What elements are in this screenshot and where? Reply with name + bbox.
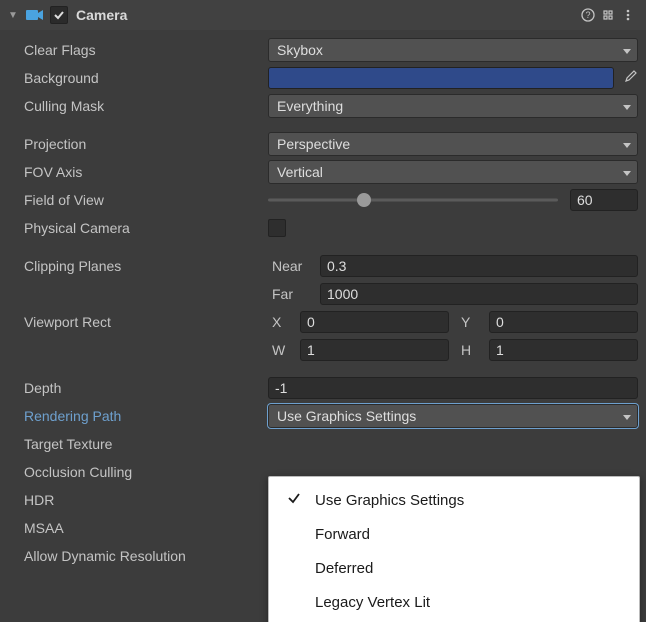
field-of-view-slider[interactable]	[268, 190, 558, 210]
help-icon[interactable]: ?	[578, 8, 598, 22]
fov-axis-label: FOV Axis	[24, 164, 268, 180]
viewport-y-value: 0	[496, 314, 504, 330]
menu-item-label: Deferred	[315, 560, 373, 577]
menu-item-forward[interactable]: Forward	[269, 517, 639, 551]
viewport-y-label: Y	[457, 314, 489, 330]
clipping-planes-label: Clipping Planes	[24, 258, 268, 274]
viewport-y-input[interactable]: 0	[489, 311, 638, 333]
depth-label: Depth	[24, 380, 268, 396]
target-texture-label: Target Texture	[24, 436, 268, 452]
chevron-down-icon	[623, 136, 631, 152]
physical-camera-label: Physical Camera	[24, 220, 268, 236]
fov-axis-dropdown[interactable]: Vertical	[268, 160, 638, 184]
far-value: 1000	[327, 286, 358, 302]
culling-mask-label: Culling Mask	[24, 98, 268, 114]
menu-item-legacy-vertex-lit[interactable]: Legacy Vertex Lit	[269, 585, 639, 619]
rendering-path-menu: Use Graphics Settings Forward Deferred L…	[268, 476, 640, 622]
camera-icon	[26, 8, 44, 22]
near-value: 0.3	[327, 258, 346, 274]
viewport-h-value: 1	[496, 342, 504, 358]
near-input[interactable]: 0.3	[320, 255, 638, 277]
background-label: Background	[24, 70, 268, 86]
eyedropper-icon[interactable]	[622, 69, 638, 88]
hdr-label: HDR	[24, 492, 268, 508]
chevron-down-icon	[623, 164, 631, 180]
rendering-path-value: Use Graphics Settings	[277, 408, 416, 424]
menu-item-label: Legacy Vertex Lit	[315, 594, 430, 611]
msaa-label: MSAA	[24, 520, 268, 536]
rendering-path-label: Rendering Path	[24, 408, 268, 424]
chevron-down-icon	[623, 42, 631, 58]
chevron-down-icon	[623, 98, 631, 114]
viewport-w-input[interactable]: 1	[300, 339, 449, 361]
viewport-rect-label: Viewport Rect	[24, 314, 268, 330]
projection-value: Perspective	[277, 136, 350, 152]
chevron-down-icon	[623, 408, 631, 424]
physical-camera-checkbox[interactable]	[268, 219, 286, 237]
allow-dynamic-resolution-label: Allow Dynamic Resolution	[24, 548, 268, 564]
slider-track	[268, 199, 558, 202]
occlusion-culling-label: Occlusion Culling	[24, 464, 268, 480]
checkmark-icon	[287, 491, 315, 509]
context-menu-icon[interactable]	[618, 8, 638, 22]
menu-item-label: Forward	[315, 526, 370, 543]
culling-mask-dropdown[interactable]: Everything	[268, 94, 638, 118]
projection-label: Projection	[24, 136, 268, 152]
field-of-view-value: 60	[577, 192, 593, 208]
menu-item-deferred[interactable]: Deferred	[269, 551, 639, 585]
clear-flags-dropdown[interactable]: Skybox	[268, 38, 638, 62]
viewport-h-input[interactable]: 1	[489, 339, 638, 361]
viewport-w-label: W	[268, 342, 300, 358]
svg-text:?: ?	[585, 10, 590, 20]
viewport-x-label: X	[268, 314, 300, 330]
field-of-view-input[interactable]: 60	[570, 189, 638, 211]
clear-flags-value: Skybox	[277, 42, 323, 58]
far-input[interactable]: 1000	[320, 283, 638, 305]
depth-value: -1	[275, 380, 287, 396]
viewport-w-value: 1	[307, 342, 315, 358]
foldout-toggle[interactable]: ▼	[8, 10, 20, 21]
component-header: ▼ Camera ?	[0, 0, 646, 30]
menu-item-use-graphics-settings[interactable]: Use Graphics Settings	[269, 483, 639, 517]
culling-mask-value: Everything	[277, 98, 343, 114]
viewport-x-input[interactable]: 0	[300, 311, 449, 333]
clear-flags-label: Clear Flags	[24, 42, 268, 58]
enable-checkbox[interactable]	[50, 6, 68, 24]
menu-item-label: Use Graphics Settings	[315, 492, 464, 509]
depth-input[interactable]: -1	[268, 377, 638, 399]
slider-thumb[interactable]	[357, 193, 371, 207]
component-title: Camera	[76, 7, 578, 23]
projection-dropdown[interactable]: Perspective	[268, 132, 638, 156]
viewport-h-label: H	[457, 342, 489, 358]
background-color-field[interactable]	[268, 67, 614, 89]
viewport-x-value: 0	[307, 314, 315, 330]
near-label: Near	[268, 258, 320, 274]
presets-icon[interactable]	[598, 8, 618, 22]
fov-axis-value: Vertical	[277, 164, 323, 180]
rendering-path-dropdown[interactable]: Use Graphics Settings	[268, 404, 638, 428]
field-of-view-label: Field of View	[24, 192, 268, 208]
far-label: Far	[268, 286, 320, 302]
